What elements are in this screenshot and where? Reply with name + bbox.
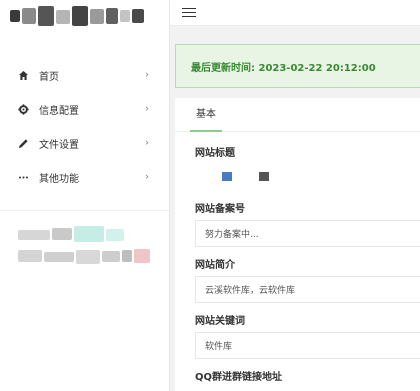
sidebar-item-file-settings[interactable]: 文件设置 ›	[0, 126, 169, 160]
sidebar-nav: 首页 › 信息配置 › 文件设置 › 其他功能 ›	[0, 58, 169, 194]
footer-blur-10	[134, 249, 150, 263]
logo-blur-5	[72, 6, 88, 26]
sidebar-item-home[interactable]: 首页 ›	[0, 58, 169, 92]
sidebar-divider	[0, 210, 169, 211]
logo-blur-6	[90, 9, 104, 24]
footer-blur-4	[106, 229, 124, 241]
chevron-right-icon: ›	[145, 137, 149, 149]
sidebar-item-other-functions[interactable]: 其他功能 ›	[0, 160, 169, 194]
logo-blur-2	[22, 8, 36, 24]
footer-blur-8	[102, 251, 120, 262]
brand-logo	[0, 0, 169, 40]
topbar	[170, 0, 420, 26]
footer-blur-2	[52, 228, 72, 240]
color-swatch-gray[interactable]	[259, 172, 269, 181]
home-icon	[17, 69, 29, 81]
footer-blur-9	[122, 250, 132, 262]
site-title-label: 网站标题	[195, 148, 235, 159]
qq-group-label: QQ群进群链接地址	[195, 372, 283, 383]
site-icp-label: 网站备案号	[195, 204, 245, 215]
logo-blur-7	[106, 8, 118, 24]
tab-bar: 基本	[175, 98, 420, 132]
logo-blur-9	[132, 9, 144, 23]
sidebar: 首页 › 信息配置 › 文件设置 › 其他功能 ›	[0, 0, 170, 391]
gear-icon	[17, 103, 29, 115]
footer-blur-5	[18, 250, 42, 262]
sidebar-item-label: 首页	[39, 71, 59, 83]
site-keywords-input[interactable]: 软件库	[195, 332, 420, 359]
footer-blur-1	[18, 230, 50, 240]
sidebar-item-label: 信息配置	[39, 105, 79, 117]
logo-blur-3	[38, 6, 54, 26]
logo-blur-4	[56, 10, 70, 24]
more-icon	[17, 171, 29, 183]
site-icp-input[interactable]: 努力备案中...	[195, 220, 420, 247]
main-content: 最后更新时间: 2023-02-22 20:12:00 基本 网站标题 网站备案…	[170, 26, 420, 391]
tab-basic[interactable]: 基本	[190, 98, 222, 132]
pencil-icon	[17, 137, 29, 149]
logo-blur-1	[10, 10, 20, 22]
site-intro-label: 网站简介	[195, 260, 235, 271]
sidebar-item-label: 其他功能	[39, 173, 79, 185]
footer-blur-7	[76, 250, 100, 264]
color-swatch-blue[interactable]	[222, 172, 232, 181]
last-updated-text: 最后更新时间: 2023-02-22 20:12:00	[191, 62, 376, 74]
chevron-right-icon: ›	[145, 171, 149, 183]
chevron-right-icon: ›	[145, 69, 149, 81]
footer-blur-6	[44, 252, 74, 262]
chevron-right-icon: ›	[145, 103, 149, 115]
settings-card: 基本 网站标题 网站备案号 努力备案中... 网站简介 云溪软件库，云软件库 网…	[175, 98, 420, 391]
footer-blur-3	[74, 226, 104, 242]
sidebar-item-info-config[interactable]: 信息配置 ›	[0, 92, 169, 126]
site-keywords-label: 网站关键词	[195, 316, 245, 327]
last-updated-notice: 最后更新时间: 2023-02-22 20:12:00	[175, 44, 420, 88]
sidebar-item-label: 文件设置	[39, 139, 79, 151]
site-intro-input[interactable]: 云溪软件库，云软件库	[195, 276, 420, 303]
logo-blur-8	[120, 10, 130, 22]
hamburger-icon[interactable]	[182, 7, 196, 18]
